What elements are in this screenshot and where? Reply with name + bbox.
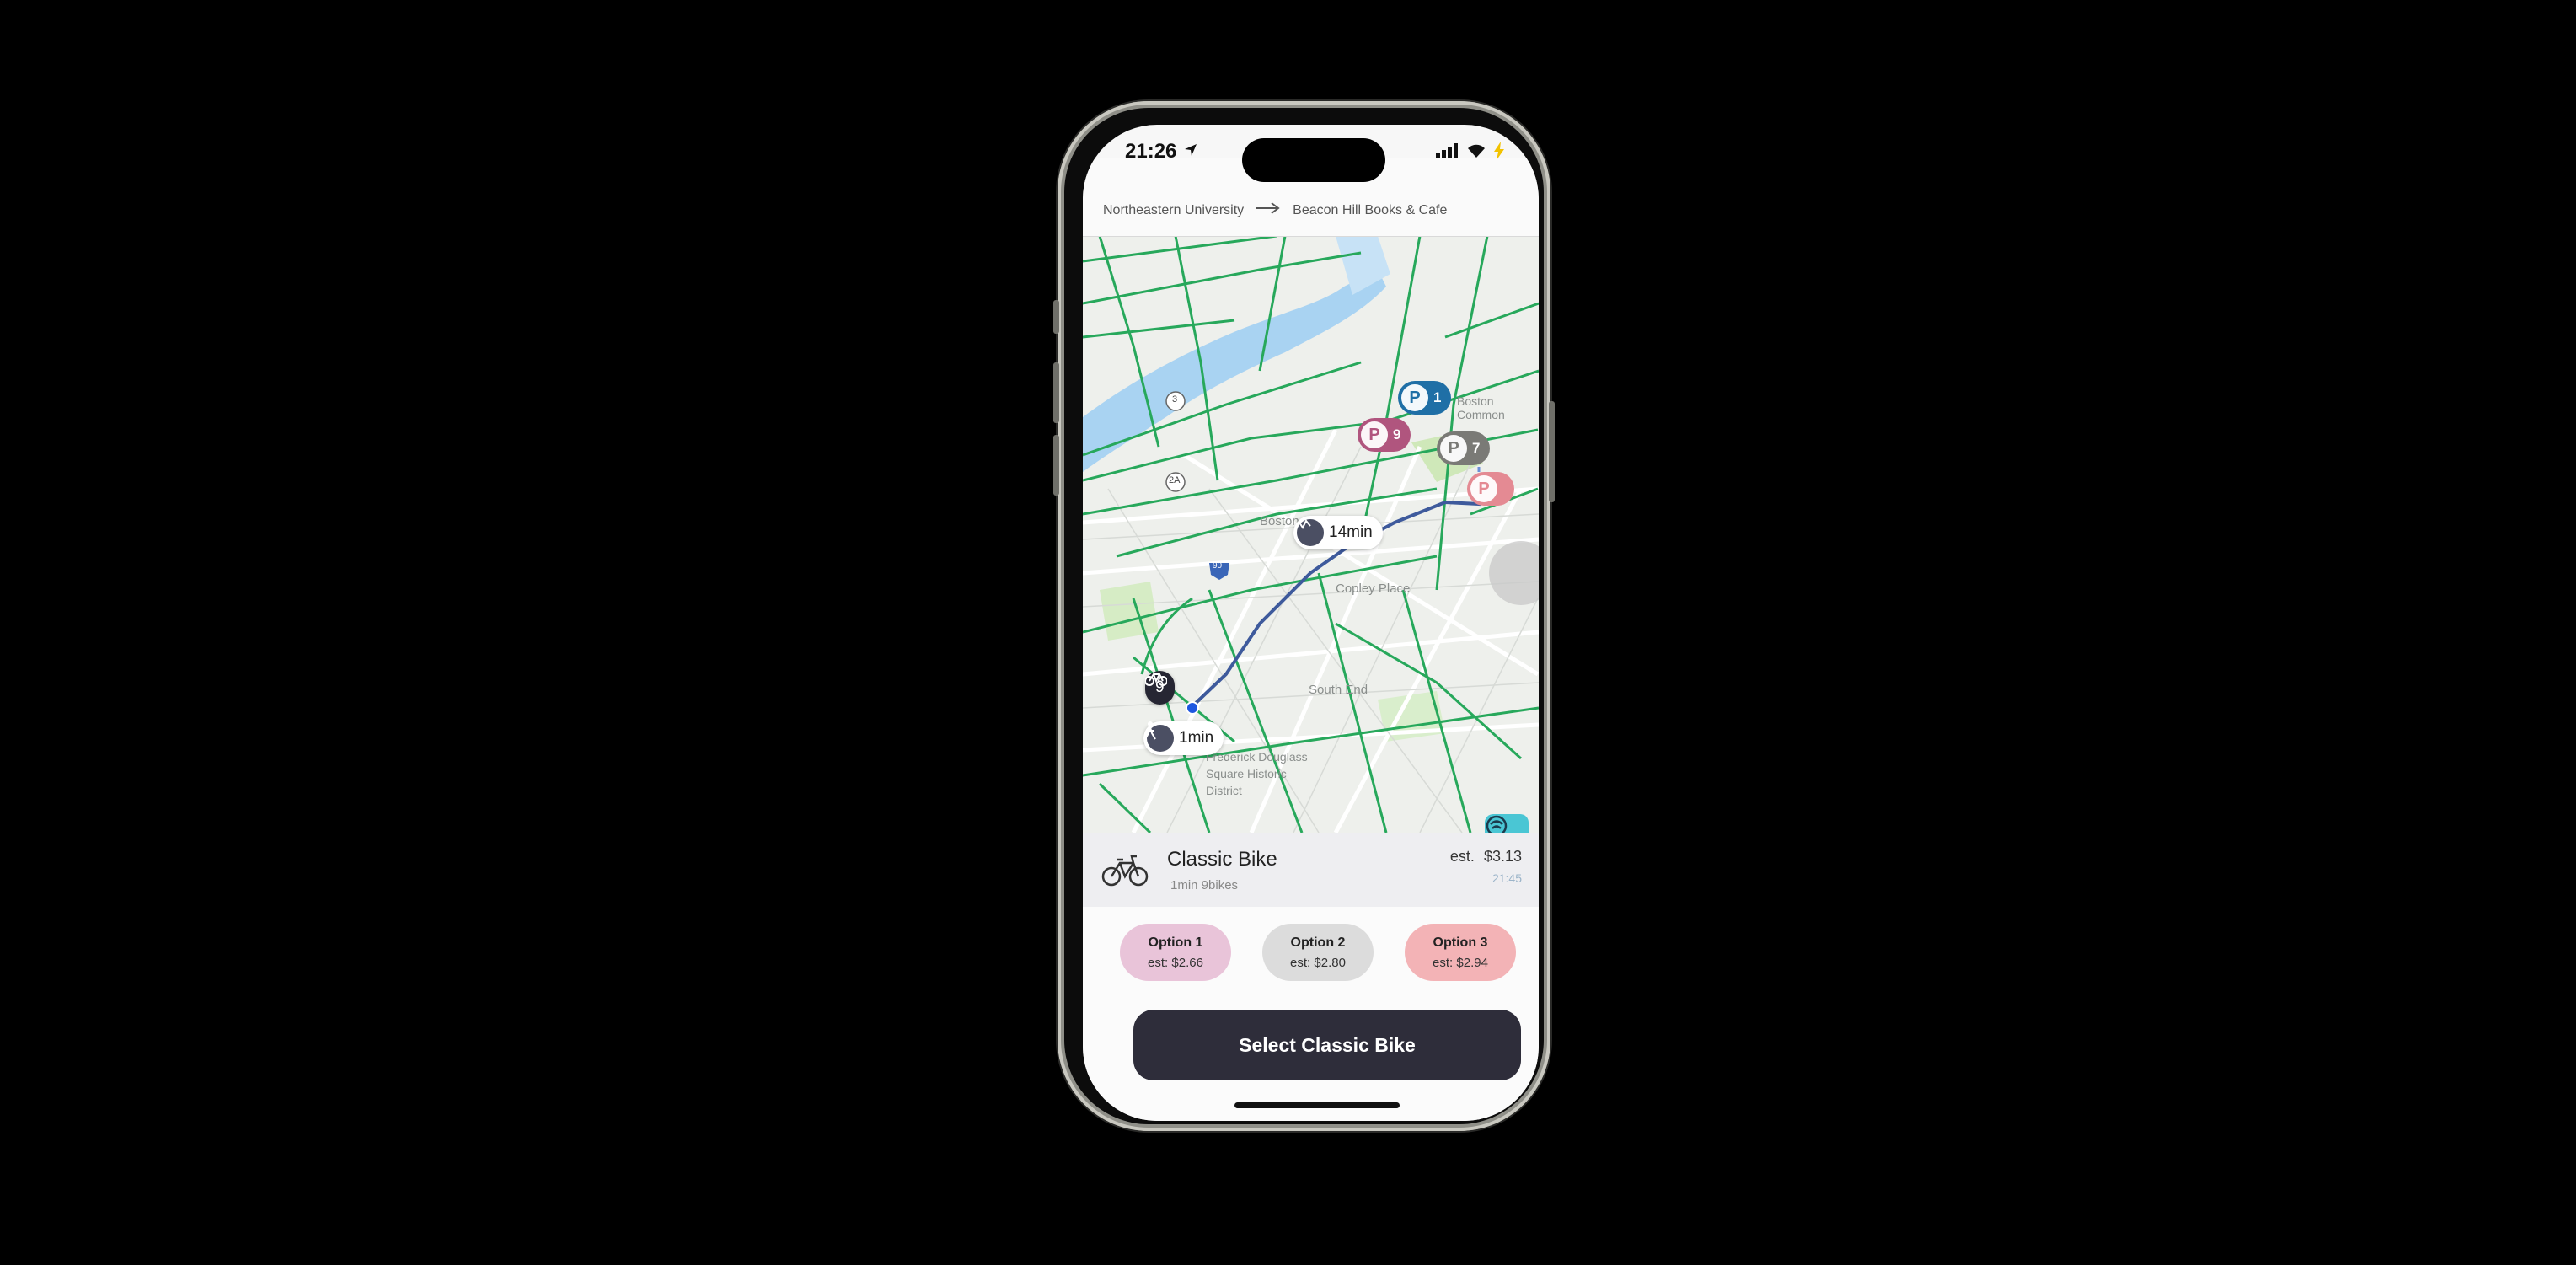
option-title: Option 2 (1290, 935, 1346, 950)
option-price: est: $2.66 (1148, 955, 1203, 970)
highway-3-label: 3 (1172, 394, 1178, 405)
highway-90-label: 90 (1213, 561, 1223, 571)
walk-time: 1min (1179, 729, 1214, 747)
select-vehicle-button[interactable]: Select Classic Bike (1133, 1010, 1521, 1080)
battery-charging-icon (1493, 142, 1505, 164)
parking-icon: P (1440, 435, 1467, 462)
bottom-sheet: Classic Bike 1min 9bikes est. $3.13 21:4… (1083, 833, 1539, 1121)
parking-icon: P (1361, 421, 1388, 448)
route-summary[interactable]: Northeastern University Beacon Hill Book… (1103, 202, 1447, 218)
dynamic-island (1242, 138, 1385, 182)
classic-bike-icon (1101, 851, 1149, 888)
parking-pin[interactable]: P 1 (1398, 381, 1452, 415)
map-view[interactable]: 3 2A 90 Boston Boston Common Copley Plac… (1083, 236, 1539, 910)
option-title: Option 1 (1148, 935, 1203, 950)
vehicle-row[interactable]: Classic Bike 1min 9bikes est. $3.13 21:4… (1083, 833, 1539, 907)
south-end-label: South End (1309, 683, 1368, 697)
volume-up-button (1053, 362, 1059, 423)
boston-common-label: Boston Common (1457, 394, 1505, 421)
bike-route-icon (1294, 519, 1324, 546)
parking-icon: P (1470, 475, 1497, 502)
est-price: $3.13 (1483, 848, 1522, 865)
phone-device: 21:26 Northeastern University Beacon Hil… (1053, 101, 1555, 1131)
est-label: est. (1449, 848, 1475, 865)
option-price: est: $2.80 (1290, 955, 1346, 970)
wifi-icon (1466, 143, 1486, 163)
parking-pin[interactable]: P (1467, 472, 1514, 506)
status-time: 21:26 (1125, 140, 1177, 163)
route-origin: Northeastern University (1103, 202, 1245, 217)
phone-bezel: 21:26 Northeastern University Beacon Hil… (1064, 108, 1544, 1124)
bike-time-bubble[interactable]: 14min (1293, 516, 1383, 549)
signal-icon (1436, 143, 1459, 163)
parking-icon: P (1401, 384, 1428, 411)
pricing-options: Option 1 est: $2.66 Option 2 est: $2.80 … (1120, 924, 1516, 981)
copley-label: Copley Place (1336, 582, 1411, 596)
option-2-button[interactable]: Option 2 est: $2.80 (1262, 924, 1374, 981)
vehicle-subtitle: 1min 9bikes (1170, 878, 1239, 892)
location-arrow-icon (1184, 143, 1197, 161)
option-3-button[interactable]: Option 3 est: $2.94 (1405, 924, 1516, 981)
highway-2a-label: 2A (1169, 475, 1181, 485)
arrow-right-icon (1256, 202, 1281, 218)
vehicle-name: Classic Bike (1167, 848, 1277, 871)
volume-down-button (1053, 435, 1059, 496)
option-price: est: $2.94 (1433, 955, 1488, 970)
parking-pin[interactable]: P 9 (1358, 418, 1411, 452)
bike-time: 14min (1329, 523, 1373, 541)
route-destination: Beacon Hill Books & Cafe (1293, 202, 1448, 217)
parking-count: 1 (1433, 389, 1442, 405)
bike-station-pin[interactable]: 9 (1145, 671, 1175, 705)
park-area (1100, 582, 1159, 641)
walk-icon (1144, 721, 1174, 752)
arrival-time: 21:45 (1492, 871, 1522, 885)
frederick-douglass-label: Frederick Douglass Square Historic Distr… (1206, 750, 1308, 797)
status-icons (1436, 142, 1505, 164)
walk-time-bubble[interactable]: 1min (1143, 721, 1224, 755)
parking-count: 7 (1472, 440, 1481, 456)
option-title: Option 3 (1433, 935, 1488, 950)
action-button (1053, 300, 1059, 334)
option-1-button[interactable]: Option 1 est: $2.66 (1120, 924, 1231, 981)
app-screen: 21:26 Northeastern University Beacon Hil… (1083, 125, 1539, 1121)
vehicle-estimate: est. $3.13 (1450, 848, 1522, 866)
parking-pin[interactable]: P 7 (1437, 431, 1491, 465)
parking-count: 9 (1393, 426, 1401, 442)
home-indicator[interactable] (1234, 1102, 1400, 1108)
power-button (1549, 401, 1555, 502)
